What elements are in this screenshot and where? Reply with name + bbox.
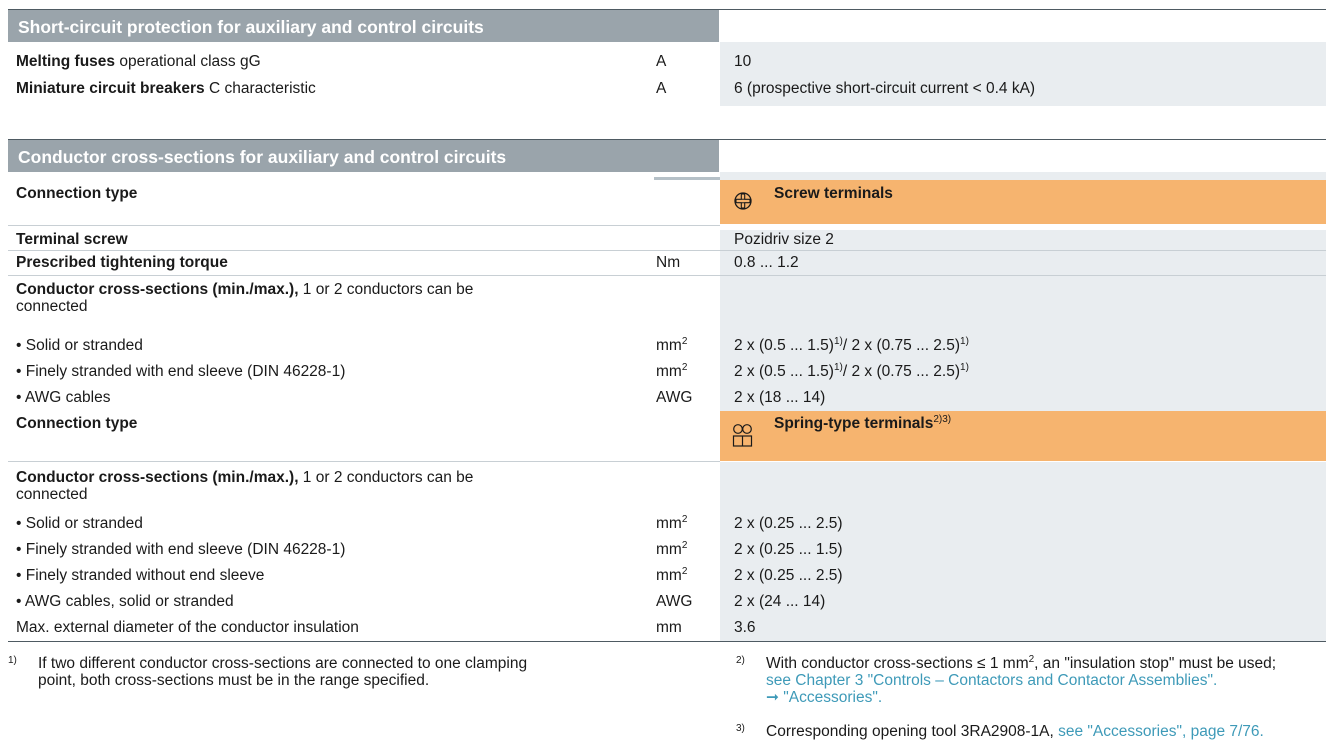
section-title: Conductor cross-sections for auxiliary a… (8, 139, 719, 172)
section-title: Short-circuit protection for auxiliary a… (8, 9, 719, 42)
row-value: 2 x (0.25 ... 1.5) (720, 537, 1326, 563)
row-value: 2 x (0.5 ... 1.5) (734, 337, 834, 354)
row-value: 3.6 (720, 615, 1326, 641)
section-header-conductor: Conductor cross-sections for auxiliary a… (8, 139, 1326, 172)
row-unit: A (656, 53, 667, 70)
table-row: Miniature circuit breakers C characteris… (8, 72, 1326, 106)
row-unit: mm (656, 363, 682, 380)
table-row-connection-type: Connection type Spring-type terminals2)3… (8, 411, 1326, 461)
row-unit: AWG (656, 593, 693, 610)
table-row: • Finely stranded without end sleeve mm 2… (8, 563, 1326, 589)
row-value: 2 x (0.25 ... 2.5) (720, 563, 1326, 589)
connection-type-label: Connection type (16, 415, 138, 432)
row-value: Pozidriv size 2 (720, 230, 1326, 250)
row-unit: AWG (656, 389, 693, 406)
footnote-3: 3) Corresponding opening tool 3RA2908-1A… (736, 723, 1264, 740)
table-row: • Solid or stranded mm2 2 x (0.5 ... 1.5… (8, 333, 1326, 359)
row-label-rest: operational class gG (115, 53, 261, 70)
row-value: 6 (prospective short-circuit current < 0… (720, 72, 1326, 106)
table-row: Melting fuses operational class gG A 10 (8, 50, 1326, 72)
table-row: Prescribed tightening torque Nm 0.8 ... … (8, 251, 1326, 275)
row-unit: mm (656, 515, 682, 532)
row-label: • AWG cables (16, 389, 111, 406)
footnote-1: 1) If two different conductor cross-sect… (8, 655, 528, 689)
row-value: 10 (720, 50, 1326, 72)
table-row: • AWG cables AWG 2 x (18 ... 14) (8, 385, 1326, 411)
row-label: • Finely stranded without end sleeve (16, 567, 265, 584)
table-row: • Finely stranded with end sleeve (DIN 4… (8, 537, 1326, 563)
row-label: • Finely stranded with end sleeve (DIN 4… (16, 541, 346, 558)
table-row: Conductor cross-sections (min./max.), 1 … (8, 276, 1326, 333)
link-accessories[interactable]: ➞ "Accessories". (766, 689, 882, 706)
row-unit: mm (656, 337, 682, 354)
row-label-rest: C characteristic (204, 80, 316, 97)
row-label: Terminal screw (16, 231, 128, 248)
row-label: • Finely stranded with end sleeve (DIN 4… (16, 363, 346, 380)
row-unit: Nm (656, 254, 681, 271)
row-label: • Solid or stranded (16, 515, 143, 532)
screw-terminal-icon (734, 192, 752, 210)
row-value: 2 x (18 ... 14) (720, 385, 1326, 411)
link-accessories-page[interactable]: see "Accessories", page 7/76. (1058, 723, 1264, 740)
cross-sections-label: Conductor cross-sections (min./max.), (16, 281, 299, 298)
footnote-2: 2) With conductor cross-sections ≤ 1 mm2… (736, 653, 1277, 706)
screw-terminals-label: Screw terminals (774, 185, 893, 202)
cross-sections-label: Conductor cross-sections (min./max.), (16, 469, 299, 486)
table-row: • Solid or stranded mm2 2 x (0.25 ... 2.… (8, 511, 1326, 537)
row-unit: mm (656, 541, 682, 558)
row-label: • AWG cables, solid or stranded (16, 593, 234, 610)
table-row: Terminal screw Pozidriv size 2 (8, 230, 1326, 250)
table-row: Max. external diameter of the conductor … (8, 615, 1326, 641)
row-value: 0.8 ... 1.2 (720, 251, 1326, 275)
row-value: 2 x (24 ... 14) (720, 589, 1326, 615)
row-label-bold: Melting fuses (16, 53, 116, 70)
row-value: 2 x (0.5 ... 1.5) (734, 363, 834, 380)
connection-type-label: Connection type (16, 185, 138, 202)
row-label: Max. external diameter of the conductor … (16, 619, 359, 636)
row-label-bold: Miniature circuit breakers (16, 80, 205, 97)
spring-terminals-label: Spring-type terminals (774, 415, 934, 432)
link-controls-chapter[interactable]: see Chapter 3 "Controls – Contactors and… (766, 672, 1217, 689)
row-unit: mm (656, 619, 682, 636)
row-unit: mm (656, 567, 682, 584)
row-value: 2 x (0.25 ... 2.5) (720, 511, 1326, 537)
section-header-short-circuit: Short-circuit protection for auxiliary a… (8, 9, 1326, 42)
table-row: Conductor cross-sections (min./max.), 1 … (8, 462, 1326, 511)
table-row: • AWG cables, solid or stranded AWG 2 x … (8, 589, 1326, 615)
row-label: Prescribed tightening torque (16, 254, 228, 271)
table-row: • Finely stranded with end sleeve (DIN 4… (8, 359, 1326, 385)
table-row-connection-type: Connection type Screw terminals (8, 180, 1326, 224)
row-unit: A (656, 80, 667, 97)
row-label: • Solid or stranded (16, 337, 143, 354)
spring-terminal-icon (732, 424, 753, 447)
